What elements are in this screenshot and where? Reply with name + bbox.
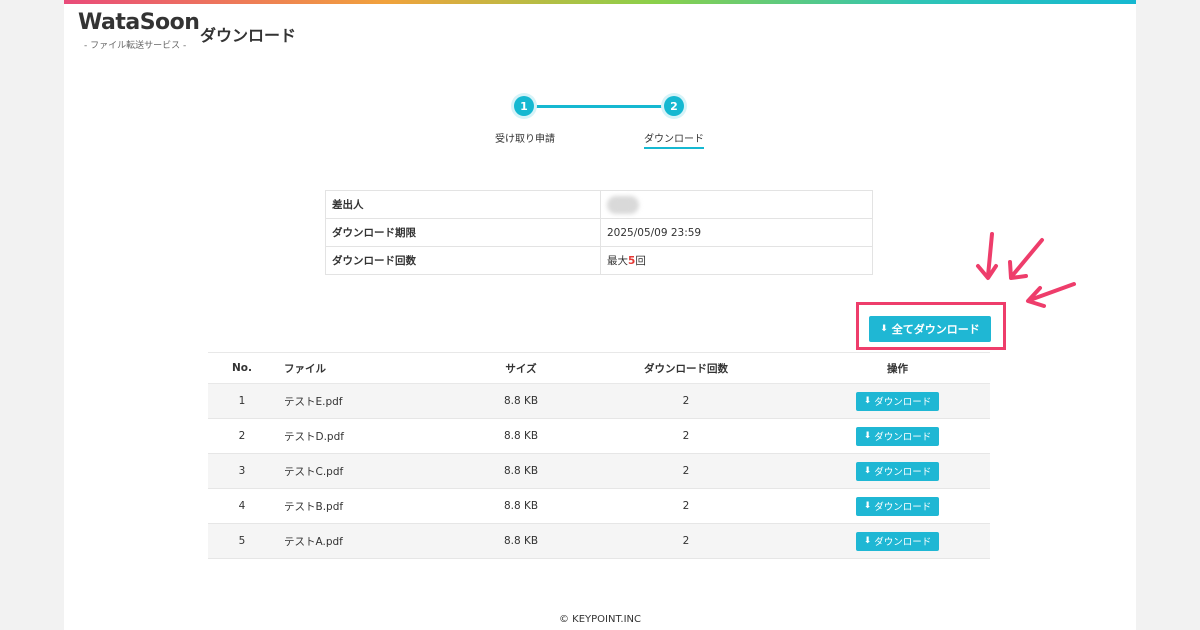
info-row-deadline: ダウンロード期限 2025/05/09 23:59 <box>325 218 873 247</box>
row-no: 2 <box>208 418 276 454</box>
row-no: 1 <box>208 383 276 419</box>
row-file: テストE.pdf <box>276 383 475 419</box>
row-op: ⬇ ダウンロード <box>805 418 990 454</box>
header: WataSoon - ファイル転送サービス - ダウンロード <box>76 10 476 54</box>
count-label: ダウンロード回数 <box>325 246 601 275</box>
annotation-arrows <box>976 232 1076 308</box>
table-row: 5 テストA.pdf 8.8 KB 2 ⬇ ダウンロード <box>208 523 990 559</box>
download-icon: ⬇ <box>863 395 872 406</box>
row-size: 8.8 KB <box>475 488 567 524</box>
row-no: 4 <box>208 488 276 524</box>
download-icon: ⬇ <box>880 323 888 334</box>
files-table-header: No. ファイル サイズ ダウンロード回数 操作 <box>208 352 990 384</box>
download-icon: ⬇ <box>863 465 872 476</box>
sender-label: 差出人 <box>325 190 601 219</box>
step-1-label: 受け取り申請 <box>495 134 555 145</box>
row-op: ⬇ ダウンロード <box>805 383 990 419</box>
col-size: サイズ <box>475 352 567 384</box>
download-button[interactable]: ⬇ ダウンロード <box>855 426 940 446</box>
col-file: ファイル <box>276 352 475 384</box>
row-op: ⬇ ダウンロード <box>805 523 990 559</box>
download-button[interactable]: ⬇ ダウンロード <box>855 391 940 411</box>
step-2-dot: 2 <box>664 96 684 116</box>
step-2-label: ダウンロード <box>644 130 704 149</box>
table-row: 3 テストC.pdf 8.8 KB 2 ⬇ ダウンロード <box>208 453 990 489</box>
stepper: 1 2 受け取り申請 ダウンロード <box>484 92 744 152</box>
row-count: 2 <box>567 488 805 524</box>
download-button[interactable]: ⬇ ダウンロード <box>855 531 940 551</box>
download-icon: ⬇ <box>863 500 872 511</box>
count-prefix: 最大 <box>607 255 628 267</box>
download-button-label: ダウンロード <box>874 502 932 513</box>
row-no: 3 <box>208 453 276 489</box>
stepper-line <box>524 105 674 108</box>
download-button[interactable]: ⬇ ダウンロード <box>855 496 940 516</box>
logo[interactable]: WataSoon - ファイル転送サービス - <box>76 10 200 54</box>
row-file: テストD.pdf <box>276 418 475 454</box>
row-count: 2 <box>567 418 805 454</box>
table-row: 4 テストB.pdf 8.8 KB 2 ⬇ ダウンロード <box>208 488 990 524</box>
step-1-dot: 1 <box>514 96 534 116</box>
col-count: ダウンロード回数 <box>567 352 805 384</box>
info-row-sender: 差出人 <box>325 190 873 219</box>
deadline-value: 2025/05/09 23:59 <box>600 218 873 247</box>
row-file: テストA.pdf <box>276 523 475 559</box>
col-no: No. <box>208 352 276 384</box>
row-size: 8.8 KB <box>475 383 567 419</box>
row-op: ⬇ ダウンロード <box>805 453 990 489</box>
download-icon: ⬇ <box>863 430 872 441</box>
table-row: 2 テストD.pdf 8.8 KB 2 ⬇ ダウンロード <box>208 418 990 454</box>
table-row: 1 テストE.pdf 8.8 KB 2 ⬇ ダウンロード <box>208 383 990 419</box>
row-file: テストC.pdf <box>276 453 475 489</box>
row-count: 2 <box>567 523 805 559</box>
row-no: 5 <box>208 523 276 559</box>
row-size: 8.8 KB <box>475 453 567 489</box>
top-gradient-bar <box>64 0 1136 4</box>
download-button-label: ダウンロード <box>874 467 932 478</box>
download-button[interactable]: ⬇ ダウンロード <box>855 461 940 481</box>
row-op: ⬇ ダウンロード <box>805 488 990 524</box>
deadline-label: ダウンロード期限 <box>325 218 601 247</box>
row-size: 8.8 KB <box>475 523 567 559</box>
download-icon: ⬇ <box>863 535 872 546</box>
download-all-label: 全てダウンロード <box>891 323 980 336</box>
footer-copyright: © KEYPOINT.INC <box>558 614 641 625</box>
page-title: ダウンロード <box>200 26 297 45</box>
col-op: 操作 <box>805 352 990 384</box>
arrow-2-icon <box>1010 238 1044 278</box>
logo-text: WataSoon <box>78 10 200 35</box>
download-all-button[interactable]: ⬇ 全てダウンロード <box>869 316 991 342</box>
files-table: No. ファイル サイズ ダウンロード回数 操作 1 テストE.pdf 8.8 … <box>208 352 990 559</box>
download-button-label: ダウンロード <box>874 537 932 548</box>
transfer-info-table: 差出人 ダウンロード期限 2025/05/09 23:59 ダウンロード回数 最… <box>325 190 873 275</box>
info-row-count: ダウンロード回数 最大5回 <box>325 246 873 275</box>
row-count: 2 <box>567 453 805 489</box>
row-size: 8.8 KB <box>475 418 567 454</box>
logo-subtitle: - ファイル転送サービス - <box>84 41 187 51</box>
sender-value <box>600 190 873 219</box>
download-button-label: ダウンロード <box>874 432 932 443</box>
count-suffix: 回 <box>635 255 646 267</box>
row-count: 2 <box>567 383 805 419</box>
sender-blurred <box>607 195 639 214</box>
download-button-label: ダウンロード <box>874 397 932 408</box>
row-file: テストB.pdf <box>276 488 475 524</box>
page: WataSoon - ファイル転送サービス - ダウンロード 1 2 受け取り申… <box>64 0 1136 630</box>
count-value: 最大5回 <box>600 246 873 275</box>
